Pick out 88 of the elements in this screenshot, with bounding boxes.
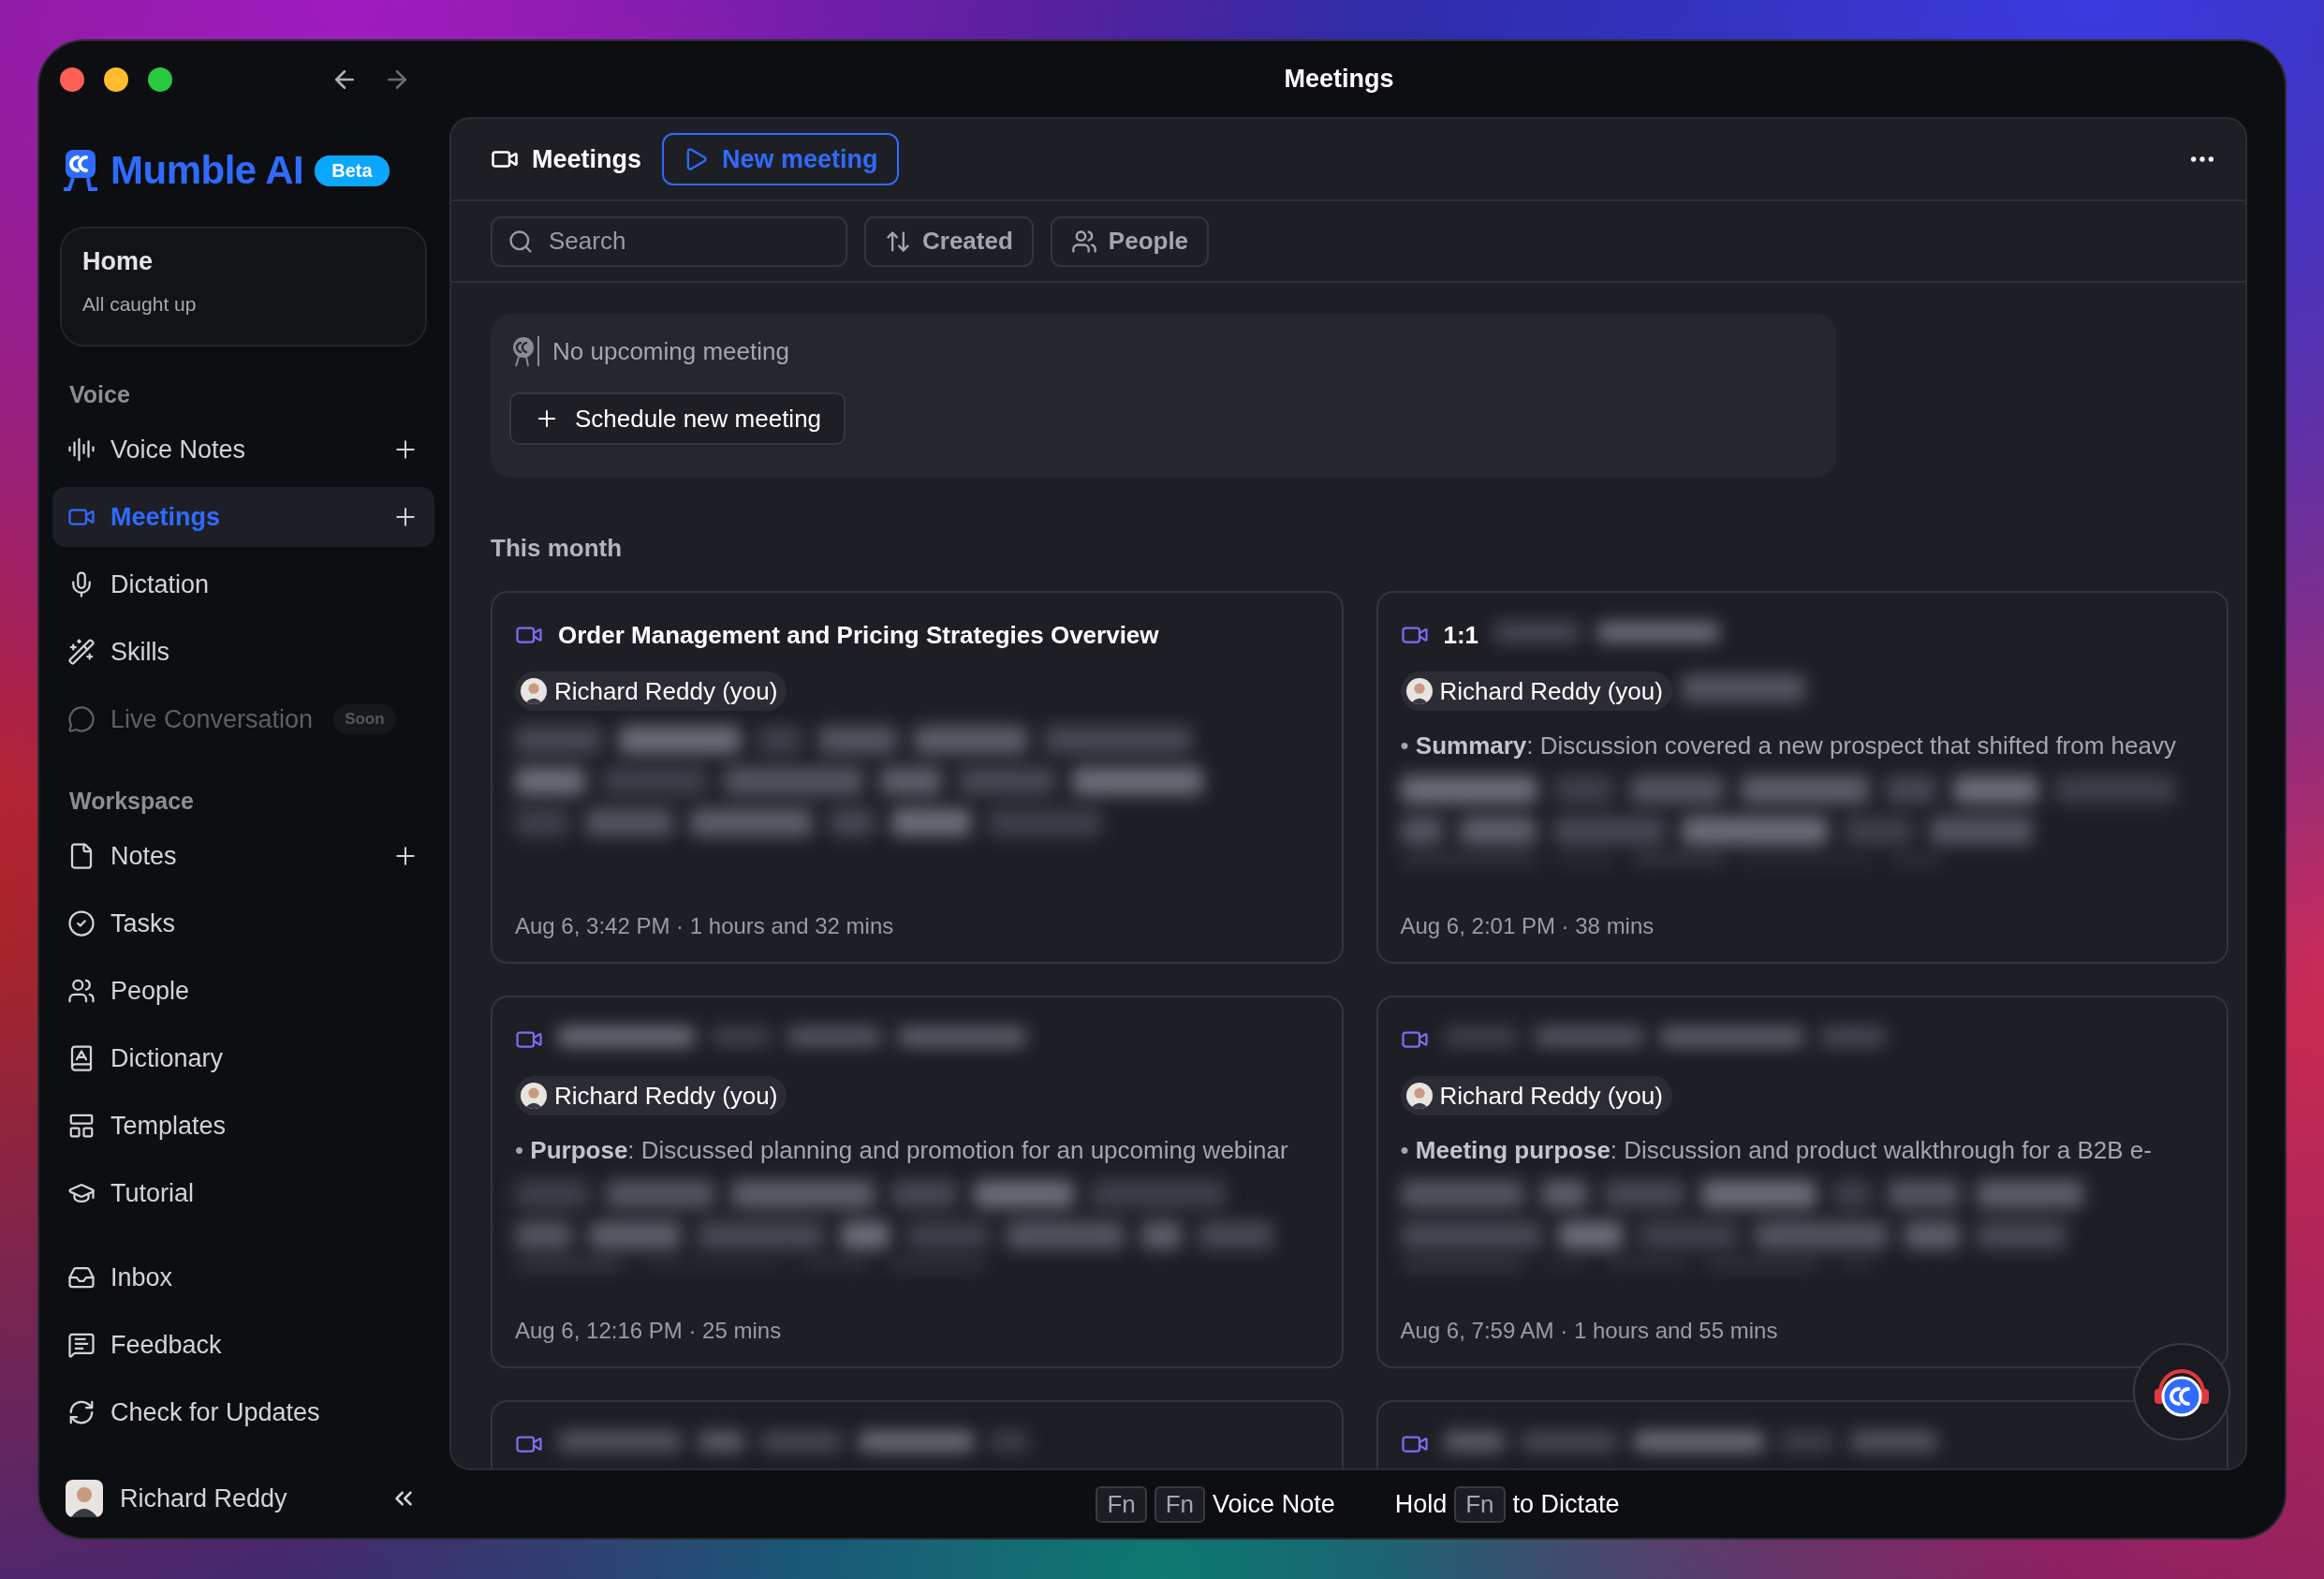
- avatar-icon: [521, 678, 547, 704]
- soon-badge: Soon: [333, 704, 396, 734]
- avatar-icon: [1405, 1083, 1433, 1109]
- sidebar-label: Meetings: [110, 502, 221, 532]
- sidebar-label: Voice Notes: [110, 435, 246, 465]
- sidebar-label: Dictation: [110, 569, 210, 599]
- meeting-time: Aug 6, 3:42 PM · 1 hours and 32 mins: [515, 913, 895, 939]
- sidebar-label: Tutorial: [110, 1178, 195, 1208]
- meeting-title: 1:1: [1443, 620, 1479, 650]
- sidebar-item[interactable]: Tutorial: [52, 1163, 434, 1223]
- meeting-summary: • Meeting purpose: Discussion and product walkthrough for a B2B e-: [1400, 1136, 2153, 1165]
- new-meeting-button[interactable]: New meeting: [662, 133, 899, 185]
- meeting-summary: • Summary: Discussion covered a new prospect that shifted from heavy: [1400, 731, 2177, 760]
- shortcut-label: Hold: [1394, 1489, 1448, 1519]
- sidebar-item[interactable]: Dictionary: [52, 1028, 434, 1088]
- sidebar-label: Templates: [110, 1111, 227, 1141]
- sidebar-item[interactable]: Dictation: [52, 554, 434, 614]
- sidebar-label: Tasks: [110, 908, 176, 938]
- key-cap: Fn: [1154, 1485, 1206, 1523]
- sound-wave-icon: [67, 435, 96, 464]
- avatar: [66, 1480, 103, 1517]
- meeting-title: Order Management and Pricing Strategies Overview: [558, 620, 1159, 650]
- schedule-meeting-button[interactable]: Schedule new meeting: [509, 392, 846, 445]
- meeting-time: Aug 6, 7:59 AM · 1 hours and 55 mins: [1400, 1318, 1779, 1344]
- key-cap: Fn: [1454, 1485, 1506, 1523]
- key-cap: Fn: [1096, 1485, 1147, 1523]
- brand-name: Mumble AI: [110, 148, 304, 193]
- attendee-chip: Richard Reddy (you): [515, 671, 787, 711]
- sidebar-item[interactable]: Meetings: [52, 487, 434, 547]
- home-status: All caught up: [82, 293, 198, 316]
- check-circle-icon: [67, 909, 96, 937]
- search-icon: [507, 228, 534, 255]
- sidebar-item[interactable]: Inbox: [52, 1247, 434, 1307]
- search-input[interactable]: Search: [547, 226, 828, 257]
- sidebar-item[interactable]: Voice Notes: [52, 420, 434, 480]
- sidebar-label: Check for Updates: [110, 1397, 320, 1427]
- message-icon: [67, 1331, 96, 1359]
- shortcut-label: to Dictate: [1512, 1489, 1620, 1519]
- attendee-chip: Richard Reddy (you): [1400, 671, 1672, 711]
- sidebar-label: Inbox: [110, 1262, 173, 1292]
- sidebar-item[interactable]: People: [52, 961, 434, 1021]
- window-title: Meetings: [1283, 65, 1395, 94]
- meeting-time: Aug 6, 2:01 PM · 38 mins: [1400, 913, 1655, 939]
- sidebar-label: Live Conversation: [110, 704, 314, 734]
- section-heading: Voice: [68, 380, 131, 409]
- section-heading: This month: [491, 534, 624, 563]
- people-icon: [67, 977, 96, 1005]
- avatar-icon: [1405, 678, 1433, 704]
- people-icon: [1070, 228, 1097, 255]
- sidebar-label: Feedback: [110, 1330, 222, 1360]
- people-filter-button[interactable]: People: [1050, 215, 1210, 267]
- sort-button[interactable]: Created: [864, 215, 1034, 267]
- meeting-card[interactable]: Order Management and Pricing Strategies Overview Richard Reddy (you) Aug 6, 3:42 PM · 1 hours and 32 mins: [491, 591, 1344, 964]
- meeting-summary: • Purpose: Discussed planning and promotion for an upcoming webinar: [515, 1136, 1289, 1165]
- attendee-chip: Richard Reddy (you): [515, 1076, 787, 1115]
- page-title: Meetings: [532, 144, 642, 174]
- sidebar-item[interactable]: Check for Updates: [52, 1382, 434, 1442]
- avatar-icon: [521, 1083, 547, 1109]
- sidebar-label: Skills: [110, 637, 169, 667]
- sidebar-label: Notes: [110, 841, 177, 871]
- user-name: Richard Reddy: [120, 1483, 288, 1513]
- refresh-icon: [67, 1398, 96, 1426]
- meeting-card[interactable]: Richard Reddy (you) • Purpose: Discussed planning and promotion for an upcoming webinar Aug 6, 12:16 PM · 25 mins: [491, 996, 1344, 1368]
- layout-icon: [67, 1112, 96, 1140]
- sidebar-label: People: [110, 976, 190, 1006]
- speech-bubble-icon: [67, 705, 96, 733]
- meeting-card[interactable]: Richard Reddy (you) • Meeting purpose: Discussion and product walkthrough for a B2B e- Aug 6, 7:59 AM · 1 hours and 55 mins: [1375, 996, 2228, 1368]
- maximize-button[interactable]: [148, 66, 172, 92]
- attendee-chip: Richard Reddy (you): [1400, 1076, 1672, 1115]
- sidebar-label: Dictionary: [110, 1043, 224, 1073]
- section-heading: Workspace: [68, 787, 195, 816]
- logo-icon: [62, 150, 99, 191]
- home-title: Home: [82, 247, 154, 276]
- no-meeting-text: No upcoming meeting: [552, 336, 789, 366]
- meeting-time: Aug 6, 12:16 PM · 25 mins: [515, 1318, 783, 1344]
- sidebar-item[interactable]: Skills: [52, 622, 434, 682]
- shortcut-label: Voice Note: [1213, 1489, 1335, 1519]
- sidebar-item[interactable]: Notes: [52, 826, 434, 886]
- sidebar-item[interactable]: Tasks: [52, 893, 434, 953]
- home-card[interactable]: Home All caught up: [60, 227, 427, 347]
- sidebar-item[interactable]: Templates: [52, 1096, 434, 1156]
- minimize-button[interactable]: [104, 66, 128, 92]
- meeting-card[interactable]: 1:1 Richard Reddy (you) • Summary: Discussion covered a new prospect that shifted from heavy Aug 6, 2:01 PM · 38 mins: [1375, 591, 2228, 964]
- magic-wand-icon: [67, 638, 96, 666]
- sidebar-item[interactable]: Feedback: [52, 1315, 434, 1375]
- close-button[interactable]: [60, 66, 84, 92]
- search-field[interactable]: Search: [491, 215, 847, 267]
- beta-badge: Beta: [315, 155, 390, 186]
